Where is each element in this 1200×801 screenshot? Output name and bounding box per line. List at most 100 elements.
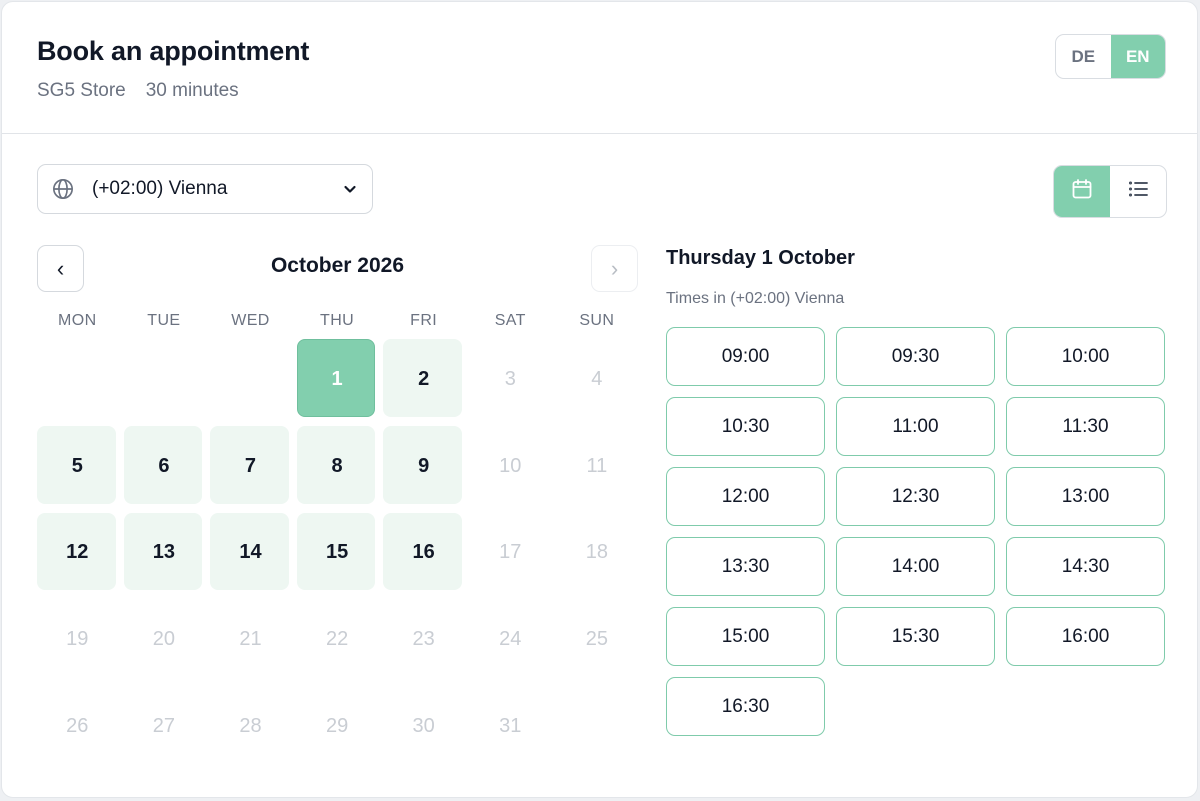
duration: 30 minutes	[145, 80, 239, 101]
calendar-day-unavailable: 18	[554, 510, 641, 597]
day-number: 31	[499, 715, 522, 738]
timezone-select[interactable]: (+02:00) Vienna	[37, 164, 373, 214]
calendar-day-unavailable: 22	[294, 596, 381, 683]
calendar-day-available[interactable]: 15	[294, 510, 381, 597]
calendar-day-unavailable: 21	[207, 596, 294, 683]
time-slot-button[interactable]: 16:30	[666, 677, 825, 736]
calendar-day-available[interactable]: 2	[380, 336, 467, 423]
time-slot-button[interactable]: 09:30	[836, 327, 995, 386]
calendar-day-available[interactable]: 16	[380, 510, 467, 597]
calendar-day-unavailable: 28	[207, 683, 294, 770]
calendar-day-available[interactable]: 9	[380, 423, 467, 510]
weekday-label: MON	[58, 312, 97, 329]
time-slot-button[interactable]: 12:30	[836, 467, 995, 526]
timezone-note: Times in (+02:00) Vienna	[666, 290, 845, 307]
booking-card: Book an appointment SG5 Store 30 minutes…	[1, 1, 1198, 798]
language-switcher: DE EN	[1055, 34, 1166, 79]
day-number: 4	[591, 367, 603, 390]
day-number: 18	[585, 541, 608, 564]
calendar-day-available[interactable]: 8	[294, 423, 381, 510]
calendar-blank-cell	[34, 336, 121, 423]
calendar-day-unavailable: 29	[294, 683, 381, 770]
calendar-day-unavailable: 23	[380, 596, 467, 683]
day-number: 23	[412, 628, 435, 651]
calendar-view-button[interactable]	[1054, 166, 1110, 217]
time-slot-button[interactable]: 10:00	[1006, 327, 1165, 386]
day-number: 2	[418, 367, 430, 390]
time-slot-button[interactable]: 13:00	[1006, 467, 1165, 526]
calendar-day-available[interactable]: 14	[207, 510, 294, 597]
appointment-meta: SG5 Store 30 minutes	[37, 80, 239, 102]
time-slot-button[interactable]: 15:30	[836, 607, 995, 666]
time-slots-grid: 09:00 09:30 10:00 10:30 11:00 11:30 12:00 12:30…	[666, 327, 1165, 736]
calendar-day-unavailable: 19	[34, 596, 121, 683]
time-slot-button[interactable]: 11:30	[1006, 397, 1165, 456]
day-number: 1	[331, 367, 343, 390]
time-slot-button[interactable]: 11:00	[836, 397, 995, 456]
calendar-day-selected[interactable]: 1	[294, 336, 381, 423]
day-number: 26	[66, 715, 89, 738]
calendar-day-available[interactable]: 6	[121, 423, 208, 510]
day-number: 24	[499, 628, 522, 651]
calendar-icon	[1070, 177, 1094, 206]
time-slot-button[interactable]: 09:00	[666, 327, 825, 386]
day-number: 19	[66, 628, 89, 651]
calendar-day-unavailable: 4	[554, 336, 641, 423]
day-number: 25	[585, 628, 608, 651]
day-number: 5	[71, 454, 83, 477]
language-en-button[interactable]: EN	[1110, 35, 1165, 78]
calendar-day-unavailable: 3	[467, 336, 554, 423]
weekday-label: TUE	[147, 312, 181, 329]
day-number: 13	[152, 541, 176, 564]
calendar-day-available[interactable]: 7	[207, 423, 294, 510]
weekday-label: THU	[320, 312, 355, 329]
calendar-day-unavailable: 26	[34, 683, 121, 770]
previous-month-button[interactable]: ‹	[37, 245, 84, 292]
timezone-label: (+02:00) Vienna	[92, 178, 228, 199]
time-slot-button[interactable]: 10:30	[666, 397, 825, 456]
calendar-day-available[interactable]: 5	[34, 423, 121, 510]
day-number: 10	[499, 454, 522, 477]
time-slot-button[interactable]: 14:30	[1006, 537, 1165, 596]
day-number: 14	[239, 541, 262, 564]
day-number: 20	[152, 628, 176, 651]
list-view-button[interactable]	[1110, 166, 1166, 217]
next-month-button[interactable]: ›	[591, 245, 638, 292]
chevron-down-icon	[342, 181, 358, 197]
day-number: 12	[66, 541, 89, 564]
weekday-label: FRI	[410, 312, 438, 329]
view-toggle	[1053, 165, 1167, 218]
calendar-day-available[interactable]: 12	[34, 510, 121, 597]
day-number: 15	[325, 541, 349, 564]
day-number: 6	[158, 454, 170, 477]
time-slot-button[interactable]: 16:00	[1006, 607, 1165, 666]
time-slot-button[interactable]: 12:00	[666, 467, 825, 526]
calendar-day-unavailable: 11	[554, 423, 641, 510]
weekday-header: MON TUE WED THU FRI SAT SUN	[34, 312, 640, 330]
weekday-label: WED	[231, 312, 270, 329]
calendar-blank-cell	[207, 336, 294, 423]
day-number: 29	[325, 715, 349, 738]
globe-icon	[52, 178, 74, 200]
selected-date-title: Thursday 1 October	[666, 247, 855, 269]
language-de-button[interactable]: DE	[1056, 35, 1111, 78]
calendar-day-unavailable: 27	[121, 683, 208, 770]
time-slot-button[interactable]: 13:30	[666, 537, 825, 596]
time-slot-button[interactable]: 14:00	[836, 537, 995, 596]
calendar-day-available[interactable]: 13	[121, 510, 208, 597]
calendar-day-unavailable: 31	[467, 683, 554, 770]
weekday-label: SAT	[494, 312, 526, 329]
calendar-day-unavailable: 17	[467, 510, 554, 597]
day-number: 21	[239, 628, 262, 651]
list-icon	[1126, 177, 1150, 206]
month-title: October 2026	[270, 254, 405, 277]
calendar-blank-cell	[121, 336, 208, 423]
page-title: Book an appointment	[37, 36, 310, 66]
store-name: SG5 Store	[37, 80, 126, 101]
calendar-days-grid: 1 2 3 4 5 6 7 8 9 10 11 12 13 14 15 16 17 18 19 20 21 22 23 24 2…	[34, 336, 640, 770]
calendar-day-unavailable: 10	[467, 423, 554, 510]
time-slot-button[interactable]: 15:00	[666, 607, 825, 666]
day-number: 17	[499, 541, 522, 564]
day-number: 11	[586, 454, 608, 477]
day-number: 7	[244, 454, 257, 477]
